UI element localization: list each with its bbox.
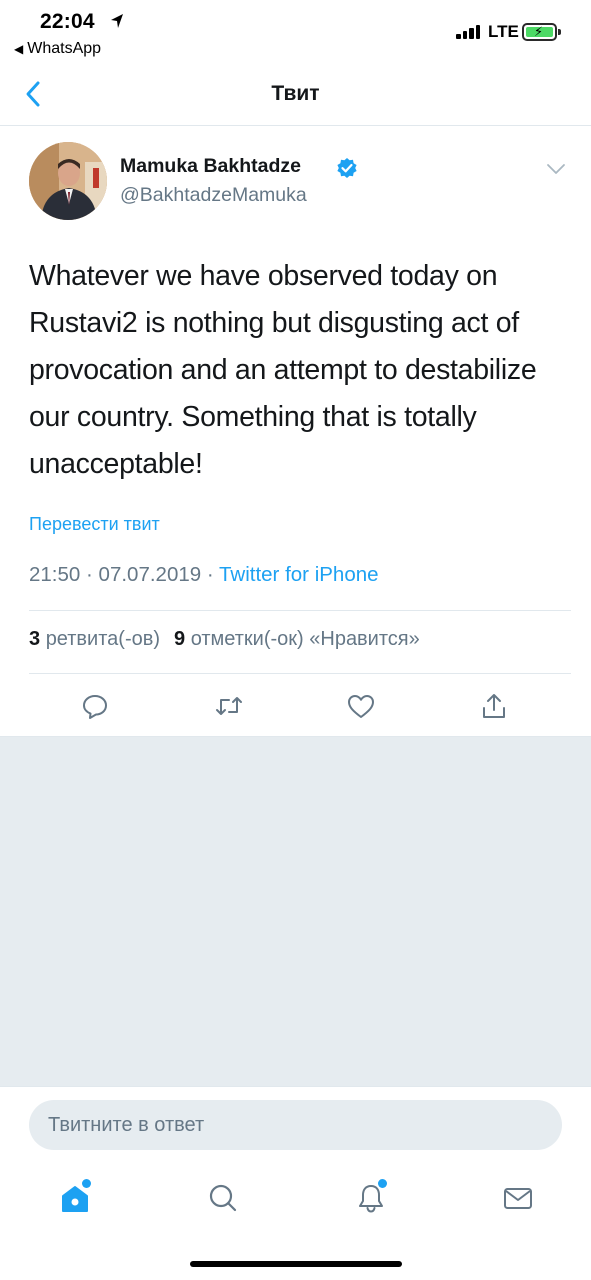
meta-separator: · xyxy=(86,563,93,586)
meta-separator: · xyxy=(206,563,214,586)
translate-tweet-link[interactable]: Перевести твит xyxy=(29,514,160,535)
network-type: LTE xyxy=(488,22,519,41)
reply-bar xyxy=(0,1086,591,1164)
tweet-meta: 21:50 · 07.07.2019 · Twitter for iPhone xyxy=(29,563,379,587)
likes-count: 9 xyxy=(174,628,186,650)
avatar[interactable] xyxy=(29,142,107,220)
messages-icon xyxy=(504,1188,532,1209)
location-arrow-icon xyxy=(111,14,123,28)
tab-messages[interactable] xyxy=(498,1178,538,1218)
status-time: 22:04 xyxy=(40,10,95,33)
tweet-actions xyxy=(0,682,591,736)
battery-icon: ⚡ xyxy=(522,23,561,41)
tweet-stats: 3 ретвита(-ов) 9 отметки(-ок) «Нравится» xyxy=(29,628,420,651)
tweet-date: 07.07.2019 xyxy=(98,563,202,586)
nav-bar: Твит xyxy=(0,64,591,126)
divider xyxy=(29,610,571,611)
signal-icon xyxy=(456,25,482,39)
reply-icon xyxy=(83,695,107,719)
page-title: Твит xyxy=(271,82,320,105)
back-to-app-link[interactable]: ◀ WhatsApp xyxy=(14,40,101,58)
likes-label: отметки(-ок) «Нравится» xyxy=(190,628,420,650)
share-icon xyxy=(483,694,505,718)
tab-bar xyxy=(0,1164,591,1234)
reply-input[interactable] xyxy=(29,1100,562,1150)
replies-area xyxy=(0,736,591,1086)
retweets-stat[interactable]: 3 ретвита(-ов) xyxy=(29,628,160,650)
back-triangle-icon: ◀ xyxy=(14,42,24,56)
tweet-source-link[interactable]: Twitter for iPhone xyxy=(219,563,379,586)
tweet-text: Whatever we have observed today on Rusta… xyxy=(29,260,537,480)
tab-home[interactable] xyxy=(55,1178,95,1218)
retweets-count: 3 xyxy=(29,628,41,650)
verified-badge-icon xyxy=(337,158,357,178)
search-icon xyxy=(209,1184,237,1212)
retweets-label: ретвита(-ов) xyxy=(45,628,161,650)
home-indicator[interactable] xyxy=(190,1261,402,1267)
like-icon xyxy=(348,695,374,718)
likes-stat[interactable]: 9 отметки(-ок) «Нравится» xyxy=(174,628,420,650)
reply-button[interactable] xyxy=(75,686,115,726)
back-app-label: WhatsApp xyxy=(27,40,102,57)
tab-search[interactable] xyxy=(203,1178,243,1218)
chevron-down-icon[interactable] xyxy=(545,160,567,178)
notifications-dot xyxy=(378,1179,387,1188)
home-notification-dot xyxy=(82,1179,91,1188)
tweet-time: 21:50 xyxy=(29,563,81,586)
share-button[interactable] xyxy=(474,686,514,726)
author-name[interactable]: Mamuka Bakhtadze xyxy=(120,155,301,178)
retweet-button[interactable] xyxy=(209,686,249,726)
divider xyxy=(29,673,571,674)
status-bar: 22:04 ◀ WhatsApp LTE ⚡ xyxy=(0,0,591,64)
retweet-icon xyxy=(216,697,242,715)
tab-notifications[interactable] xyxy=(351,1178,391,1218)
like-button[interactable] xyxy=(341,686,381,726)
author-handle[interactable]: @BakhtadzeMamuka xyxy=(120,184,307,207)
